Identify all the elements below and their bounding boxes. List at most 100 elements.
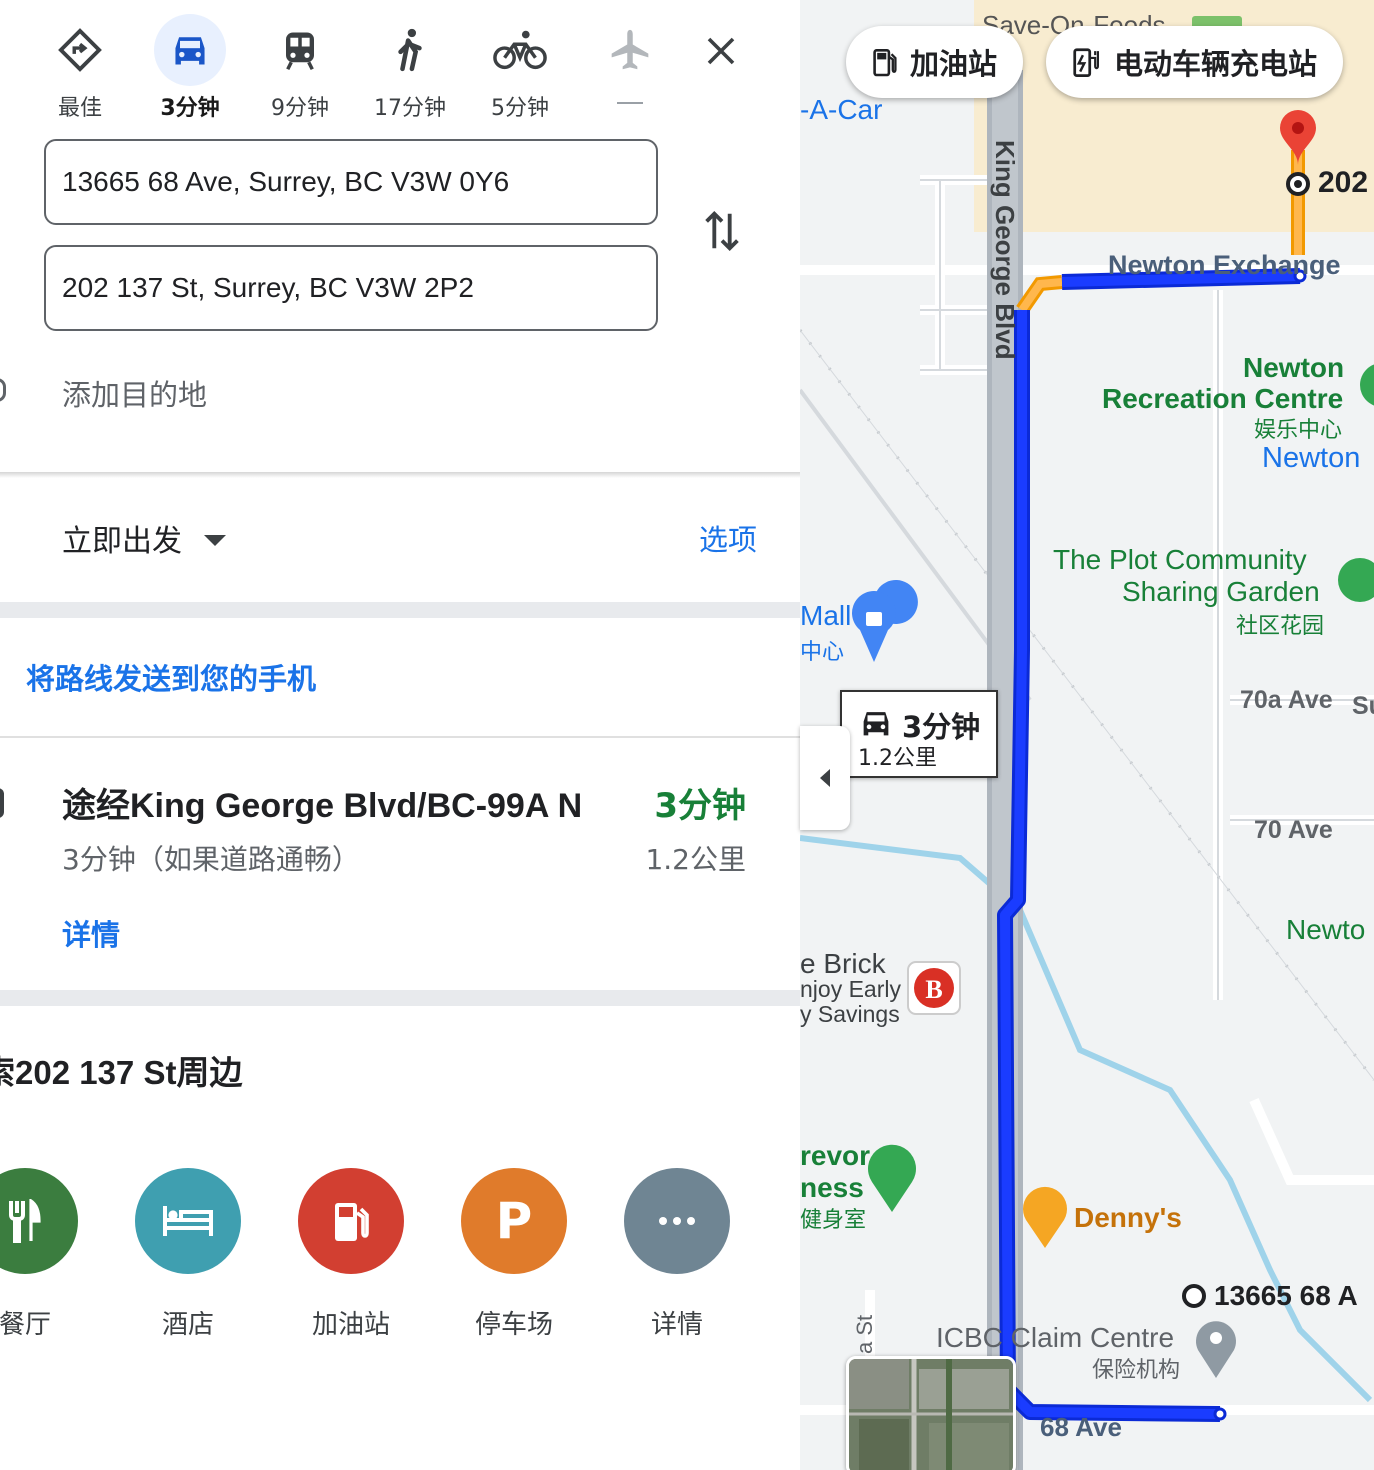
depart-label: 立即出发	[62, 524, 182, 559]
mode-best[interactable]: 最佳	[30, 14, 130, 121]
poi-label-plot-garden-2[interactable]: Sharing Garden	[1122, 576, 1320, 608]
satellite-layer-toggle[interactable]	[846, 1356, 1016, 1470]
route-distance: 1.2公里	[645, 843, 746, 876]
ev-charger-icon	[1073, 48, 1099, 77]
hotel-icon	[135, 1168, 241, 1274]
bike-icon	[484, 14, 556, 86]
destination-input[interactable]	[44, 245, 658, 331]
flight-icon	[594, 14, 666, 86]
nearby-more-button[interactable]: 详情	[624, 1168, 730, 1341]
poi-label-the-brick-3[interactable]: y Savings	[800, 1001, 900, 1028]
parking-icon: P	[461, 1168, 567, 1274]
mode-walking[interactable]: 17分钟	[360, 14, 460, 121]
nearby-gas-button[interactable]: 加油站	[298, 1168, 404, 1341]
gas-station-icon	[298, 1168, 404, 1274]
callout-distance: 1.2公里	[858, 746, 937, 771]
chevron-left-icon	[820, 769, 830, 787]
no-time-dash	[617, 102, 643, 104]
poi-label-newton-rec-2[interactable]: Recreation Centre	[1102, 383, 1343, 415]
nearby-search-title: 索202 137 St周边	[0, 1054, 243, 1091]
mode-driving[interactable]: 3分钟	[140, 14, 240, 121]
caret-down-icon	[204, 534, 226, 546]
road-label-king-george: King George Blvd	[990, 140, 1020, 360]
poi-label-newton-rec[interactable]: Newton	[1243, 352, 1344, 384]
chip-label: 加油站	[910, 47, 998, 81]
poi-label-the-brick-2[interactable]: njoy Early	[800, 976, 901, 1003]
mode-transit[interactable]: 9分钟	[250, 14, 350, 121]
mode-label: 17分钟	[374, 96, 446, 121]
gas-pump-icon	[873, 49, 897, 77]
close-directions-button[interactable]	[696, 26, 746, 76]
route-traffic-note: 3分钟（如果道路通畅）	[62, 843, 360, 876]
transit-icon	[264, 14, 336, 86]
road-label-70a-ave: 70a Ave	[1240, 686, 1333, 714]
area-label-newton[interactable]: Newton	[1262, 442, 1360, 475]
road-label-vertical: a St	[852, 1314, 877, 1354]
poi-label-plot-garden-cn[interactable]: 社区花园	[1236, 608, 1324, 640]
area-label-newton-partial[interactable]: Newto	[1286, 914, 1365, 946]
poi-label-newton-rec-cn[interactable]: 娱乐中心	[1254, 412, 1342, 444]
walk-icon	[374, 14, 446, 86]
nearby-restaurants-button[interactable]: 餐厅	[0, 1168, 78, 1341]
mode-flight[interactable]	[580, 14, 680, 114]
collapse-panel-button[interactable]	[800, 726, 850, 830]
road-label-70-ave: 70 Ave	[1254, 816, 1333, 844]
directions-panel: 最佳 3分钟 9分钟 17分钟 5分钟 13665 68 Ave, Surrey…	[0, 0, 800, 1470]
add-destination-icon	[0, 378, 6, 402]
nearby-parking-button[interactable]: P 停车场	[461, 1168, 567, 1341]
mode-label: 3分钟	[160, 96, 220, 121]
category-label: 餐厅	[0, 1310, 51, 1340]
section-divider	[0, 990, 800, 1006]
poi-label-trevor-2[interactable]: ness	[800, 1172, 864, 1204]
road-label-partial: Su	[1352, 692, 1374, 720]
options-button[interactable]: 选项	[699, 517, 757, 559]
mode-label: 最佳	[57, 96, 102, 121]
satellite-preview-image	[849, 1359, 1013, 1470]
divider	[0, 472, 800, 478]
category-label: 停车场	[474, 1310, 553, 1340]
route-details-button[interactable]: 详情	[62, 912, 120, 954]
road-label-newton-exchange: Newton Exchange	[1108, 250, 1341, 280]
add-destination-button[interactable]: 添加目的地	[62, 372, 207, 414]
road-label-68-ave: 68 Ave	[1040, 1412, 1122, 1442]
send-to-phone-link[interactable]: 将路线发送到您的手机	[26, 656, 316, 698]
map-chip-ev-charging[interactable]: 电动车辆充电站	[1046, 26, 1344, 98]
map-chip-gas-stations[interactable]: 加油站	[846, 26, 1024, 98]
origin-input[interactable]	[44, 139, 658, 225]
origin-marker-label[interactable]: 13665 68 A	[1214, 1280, 1358, 1312]
car-icon	[0, 788, 4, 818]
poi-label-mall[interactable]: Mall	[800, 600, 851, 632]
close-icon	[707, 37, 735, 65]
route-title: 途经King George Blvd/BC-99A N	[62, 787, 583, 825]
swap-locations-button[interactable]	[700, 206, 744, 256]
depart-time-dropdown[interactable]: 立即出发	[62, 516, 226, 560]
poi-label-icbc-cn[interactable]: 保险机构	[1092, 1352, 1180, 1384]
section-divider	[0, 602, 800, 618]
poi-label-mall-cn[interactable]: 中心	[800, 634, 844, 666]
category-label: 酒店	[161, 1310, 214, 1340]
svg-text:B: B	[925, 975, 942, 1004]
route-duration: 3分钟	[654, 786, 746, 826]
mode-label: 9分钟	[271, 96, 329, 121]
poi-label-trevor-cn[interactable]: 健身室	[800, 1202, 866, 1234]
poi-label-icbc[interactable]: ICBC Claim Centre	[936, 1322, 1174, 1354]
swap-icon	[705, 210, 739, 252]
mode-label: 5分钟	[491, 96, 549, 121]
poi-label-dennys[interactable]: Denny's	[1074, 1202, 1182, 1234]
route-callout[interactable]: 3分钟 1.2公里	[840, 690, 998, 778]
poi-label-plot-garden[interactable]: The Plot Community	[1053, 544, 1307, 576]
poi-label-rent-a-car[interactable]: -A-Car	[800, 94, 882, 126]
mode-cycling[interactable]: 5分钟	[470, 14, 570, 121]
route-option[interactable]: 途经King George Blvd/BC-99A N 3分钟 3分钟（如果道路…	[0, 738, 800, 990]
category-label: 详情	[650, 1310, 703, 1340]
poi-label-trevor[interactable]: revor	[800, 1140, 870, 1172]
more-icon	[624, 1168, 730, 1274]
car-icon	[863, 712, 889, 736]
chip-label: 电动车辆充电站	[1114, 47, 1318, 81]
nearby-hotels-button[interactable]: 酒店	[135, 1168, 241, 1341]
car-icon	[154, 14, 226, 86]
restaurant-icon	[0, 1168, 78, 1274]
best-route-icon	[44, 14, 116, 86]
destination-marker-label[interactable]: 202	[1318, 166, 1368, 200]
category-label: 加油站	[311, 1310, 390, 1340]
